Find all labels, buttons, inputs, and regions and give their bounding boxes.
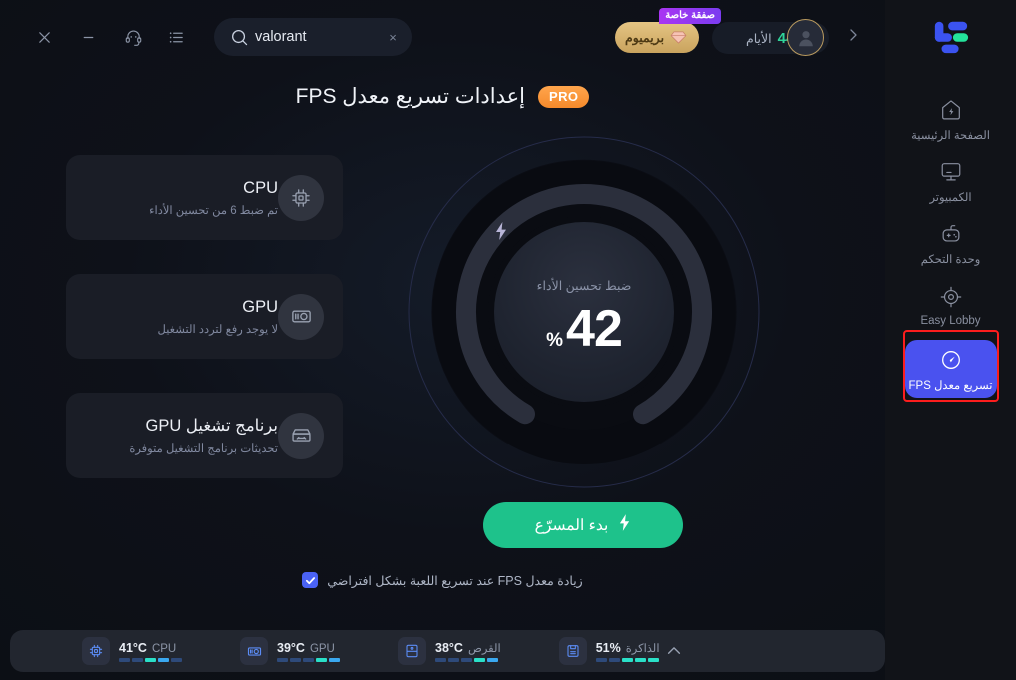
performance-gauge: ضبط تحسين الأداء % 42 xyxy=(404,132,764,492)
sidebar-nav: الصفحة الرئيسية الكمبيوتر وحدة التحكم Ea… xyxy=(885,88,1016,398)
next-chevron-icon[interactable] xyxy=(845,27,861,48)
status-line: GPU 39°C xyxy=(277,641,335,655)
sidebar-item-label: Easy Lobby xyxy=(920,314,981,327)
status-name: GPU xyxy=(309,642,335,655)
cpu-chip-icon xyxy=(278,174,324,221)
status-name: القرص xyxy=(467,642,501,655)
card-subtitle: تحديثات برنامج التشغيل متوفرة xyxy=(129,443,278,455)
search-input[interactable]: valorant xyxy=(249,29,386,45)
memory-icon xyxy=(558,637,587,665)
days-label: الأيام xyxy=(746,31,772,46)
status-line: القرص 38°C xyxy=(435,641,501,655)
status-bar: CPU 41°C GPU 39°C القرص 38°C الذاكرة 51% xyxy=(10,630,885,672)
chevron-up-icon[interactable] xyxy=(660,637,688,665)
status-value: 51% xyxy=(595,640,621,655)
sidebar-item-label: الكمبيوتر xyxy=(929,191,972,204)
premium-button[interactable]: بريميوم xyxy=(615,22,700,53)
sidebar-item-label: وحدة التحكم xyxy=(920,253,981,266)
gauge-value: % 42 xyxy=(546,299,623,359)
status-value: 41°C xyxy=(119,640,147,655)
minimize-icon[interactable] xyxy=(75,24,101,50)
status-bars xyxy=(595,657,659,662)
status-bars xyxy=(435,657,498,662)
checkbox-label: زيادة معدل FPS عند تسريع اللعبة بشكل افت… xyxy=(327,573,583,588)
driver-box-icon xyxy=(278,412,324,459)
card-text: برنامج تشغيل GPU تحديثات برنامج التشغيل … xyxy=(85,416,278,455)
card-gpu[interactable]: GPU لا يوجد رفع لتردد التشغيل xyxy=(66,274,343,359)
sidebar-item-label: تسريع معدل FPS xyxy=(908,379,993,392)
status-body: القرص 38°C xyxy=(435,641,501,662)
monitor-icon xyxy=(939,159,963,185)
search-icon[interactable] xyxy=(230,28,249,47)
sidebar-item-console[interactable]: وحدة التحكم xyxy=(885,212,1016,274)
card-subtitle: لا يوجد رفع لتردد التشغيل xyxy=(157,323,278,336)
sidebar-item-label: الصفحة الرئيسية xyxy=(911,129,990,142)
sidebar-item-fps-boost[interactable]: تسريع معدل FPS xyxy=(904,340,997,398)
status-name: CPU xyxy=(151,642,177,655)
gauge-unit: % xyxy=(546,329,564,351)
sidebar: الصفحة الرئيسية الكمبيوتر وحدة التحكم Ea… xyxy=(885,0,1016,680)
card-title: CPU xyxy=(243,178,278,197)
status-line: الذاكرة 51% xyxy=(596,641,660,655)
gamepad-icon xyxy=(939,221,963,247)
status-line: CPU 41°C xyxy=(119,641,176,655)
hardware-cards: CPU تم ضبط 6 من تحسين الأداء GPU لا يوجد… xyxy=(66,155,343,512)
close-icon[interactable] xyxy=(31,24,57,50)
disk-icon xyxy=(398,637,426,665)
status-bars xyxy=(119,657,182,662)
gpu-card-icon xyxy=(278,293,324,340)
status-cpu[interactable]: CPU 41°C xyxy=(82,637,182,665)
start-booster-button[interactable]: بدء المسرّع xyxy=(483,502,683,548)
gpu-card-icon xyxy=(240,637,268,665)
crosshair-icon xyxy=(939,284,963,310)
status-gpu[interactable]: GPU 39°C xyxy=(240,637,340,665)
support-headset-icon[interactable] xyxy=(120,24,146,50)
status-body: GPU 39°C xyxy=(277,641,340,662)
card-cpu[interactable]: CPU تم ضبط 6 من تحسين الأداء xyxy=(66,155,343,240)
status-body: CPU 41°C xyxy=(119,641,182,662)
card-text: GPU لا يوجد رفع لتردد التشغيل xyxy=(85,298,278,336)
page-title: إعدادات تسريع معدل FPS xyxy=(295,85,525,108)
card-title: برنامج تشغيل GPU xyxy=(145,417,279,435)
card-gpu-driver[interactable]: برنامج تشغيل GPU تحديثات برنامج التشغيل … xyxy=(66,393,343,478)
premium-button-wrapper: بريميوم صفقة خاصة xyxy=(615,8,722,53)
sidebar-item-home[interactable]: الصفحة الرئيسية xyxy=(885,88,1016,150)
sidebar-item-easy-lobby[interactable]: Easy Lobby xyxy=(885,274,1016,336)
sidebar-item-computer[interactable]: الكمبيوتر xyxy=(885,150,1016,212)
card-text: CPU تم ضبط 6 من تحسين الأداء xyxy=(85,179,278,217)
speedometer-icon xyxy=(939,347,963,373)
pro-badge: PRO xyxy=(538,85,590,108)
list-menu-icon[interactable] xyxy=(163,24,189,50)
gauge-label: ضبط تحسين الأداء xyxy=(536,278,632,293)
status-value: 39°C xyxy=(277,640,305,655)
status-body: الذاكرة 51% xyxy=(595,641,660,662)
cpu-chip-icon xyxy=(82,637,110,665)
premium-label: بريميوم xyxy=(625,31,665,45)
app-window: × valorant بريميوم صفقة خاصة 44 الأيام P… xyxy=(0,0,1016,680)
special-deal-badge: صفقة خاصة xyxy=(659,8,722,24)
app-logo[interactable] xyxy=(885,18,1016,56)
cta-bolt-icon xyxy=(618,514,631,536)
gauge-center: ضبط تحسين الأداء % 42 xyxy=(494,222,674,402)
status-value: 38°C xyxy=(435,640,463,655)
page-header: PRO إعدادات تسريع معدل FPS xyxy=(0,84,885,109)
search-box[interactable]: × valorant xyxy=(214,18,412,56)
status-name: الذاكرة xyxy=(625,642,660,655)
status-memory[interactable]: الذاكرة 51% xyxy=(558,637,660,665)
card-subtitle: تم ضبط 6 من تحسين الأداء xyxy=(149,204,278,217)
home-bolt-icon xyxy=(939,97,963,123)
cta-label: بدء المسرّع xyxy=(534,516,609,534)
gem-icon xyxy=(670,31,687,44)
search-clear-icon[interactable]: × xyxy=(386,30,400,45)
default-boost-checkbox[interactable] xyxy=(302,572,319,588)
gauge-number: 42 xyxy=(566,299,623,358)
default-boost-option: زيادة معدل FPS عند تسريع اللعبة بشكل افت… xyxy=(0,572,885,588)
main-content: × valorant بريميوم صفقة خاصة 44 الأيام P… xyxy=(0,0,885,680)
title-bar: × valorant بريميوم صفقة خاصة 44 الأيام xyxy=(0,0,885,72)
status-bars xyxy=(277,657,340,662)
status-disk[interactable]: القرص 38°C xyxy=(398,637,501,665)
card-title: GPU xyxy=(242,297,278,316)
avatar[interactable] xyxy=(787,19,824,56)
